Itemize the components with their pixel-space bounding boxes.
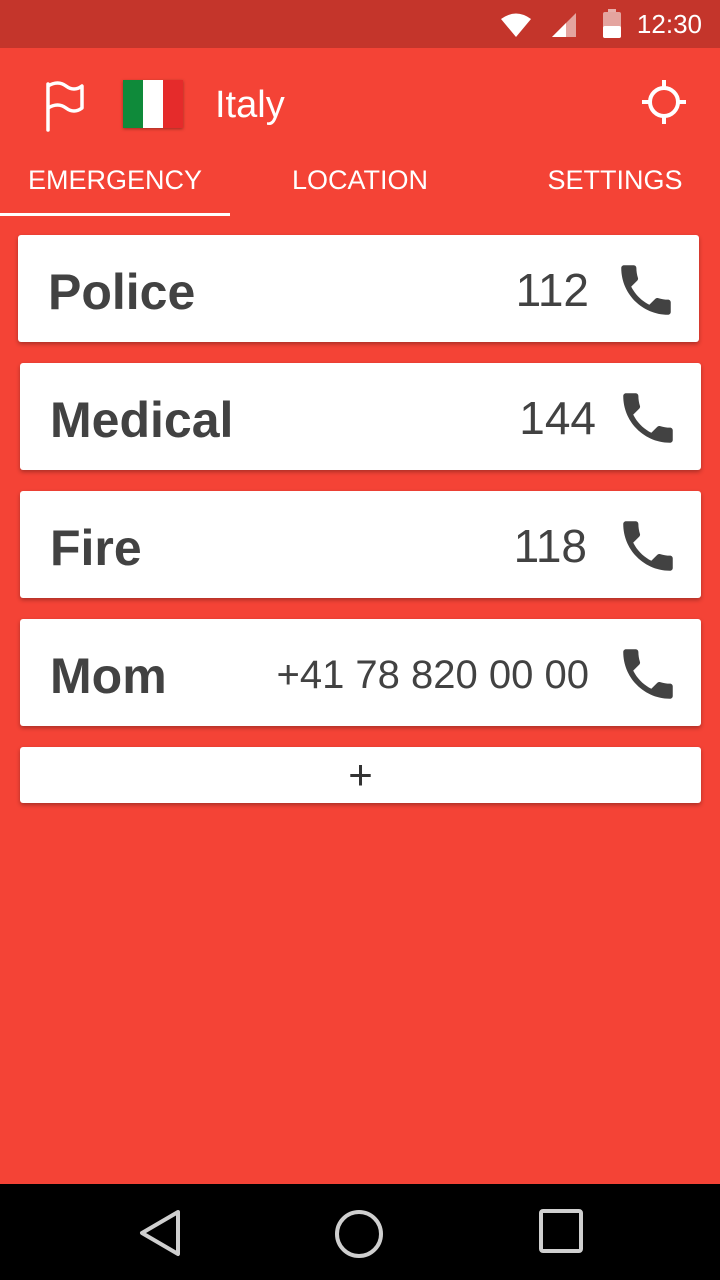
wifi-icon <box>501 13 531 37</box>
italy-flag[interactable] <box>123 80 183 128</box>
contact-number: 118 <box>513 520 587 572</box>
contact-number: +41 78 820 00 00 <box>276 653 589 697</box>
phone-icon[interactable] <box>615 385 681 451</box>
tab-emergency[interactable]: EMERGENCY <box>0 160 230 216</box>
home-icon[interactable] <box>333 1208 385 1260</box>
flag-white-stripe <box>143 80 163 128</box>
flag-green-stripe <box>123 80 143 128</box>
contact-number: 112 <box>515 264 589 316</box>
contact-name: Police <box>48 264 196 320</box>
recents-icon[interactable] <box>538 1208 584 1254</box>
app-bar: Italy <box>0 48 720 164</box>
tab-bar: EMERGENCY LOCATION SETTINGS <box>0 160 720 216</box>
flag-outline-icon[interactable] <box>40 80 86 132</box>
back-icon[interactable] <box>136 1208 184 1258</box>
phone-icon[interactable] <box>613 257 679 323</box>
add-contact-button[interactable]: + <box>20 747 701 803</box>
contact-name: Medical <box>50 392 234 448</box>
battery-icon <box>603 9 621 38</box>
status-time: 12:30 <box>636 9 702 39</box>
phone-icon[interactable] <box>615 641 681 707</box>
navigation-bar <box>0 1184 720 1280</box>
my-location-icon[interactable] <box>640 78 688 126</box>
contact-card-police[interactable]: Police 112 <box>18 235 699 342</box>
contact-card-medical[interactable]: Medical 144 <box>20 363 701 470</box>
contact-card-fire[interactable]: Fire 118 <box>20 491 701 598</box>
tab-location[interactable]: LOCATION <box>250 160 470 216</box>
contact-number: 144 <box>519 392 596 444</box>
country-name[interactable]: Italy <box>215 84 285 127</box>
phone-icon[interactable] <box>615 513 681 579</box>
flag-red-stripe <box>163 80 183 128</box>
status-bar: 12:30 <box>0 0 720 48</box>
tab-settings[interactable]: SETTINGS <box>520 160 710 216</box>
contact-name: Mom <box>50 648 167 704</box>
contact-card-mom[interactable]: Mom +41 78 820 00 00 <box>20 619 701 726</box>
add-label: + <box>348 751 373 798</box>
contact-name: Fire <box>50 520 142 576</box>
cell-signal-icon <box>552 13 576 37</box>
